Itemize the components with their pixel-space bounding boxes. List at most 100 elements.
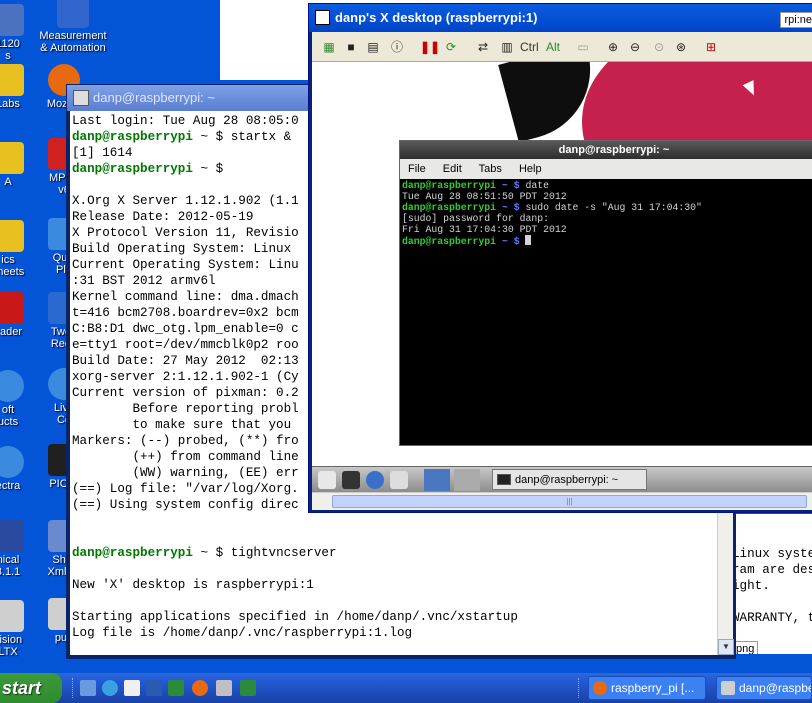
desktop-icon-reader[interactable]: eader (0, 292, 38, 338)
line-text: Current Operating System: Linu (72, 258, 299, 272)
quicklaunch-app-icon[interactable] (216, 680, 232, 696)
line-text: startx & (230, 130, 292, 144)
remote-desktop[interactable]: danp@raspberrypi: ~ File Edit Tabs Help … (312, 62, 812, 466)
putty-icon (721, 681, 735, 695)
terminal-line (72, 641, 715, 655)
prompt-user-host: danp@raspberrypi (402, 202, 497, 213)
quicklaunch-excel-icon[interactable] (168, 680, 184, 696)
prompt-user-host: danp@raspberrypi (402, 236, 497, 247)
save-icon[interactable]: ■ (342, 38, 360, 56)
task-label: raspberry_pi [... (611, 681, 695, 695)
start-button[interactable]: start (0, 673, 62, 703)
background-text-line (732, 626, 812, 642)
line-text: Before reporting probl (72, 402, 299, 416)
lxterminal-screen[interactable]: danp@raspberrypi ~ $ date Tue Aug 28 08:5… (400, 179, 812, 445)
line-text: X.Org X Server 1.12.1.902 (1.1 (72, 194, 299, 208)
prompt-user-host: danp@raspberrypi (72, 546, 193, 560)
scroll-down-arrow-icon[interactable]: ▼ (718, 639, 734, 655)
desktop-icon-1120[interactable]: 1120 s (0, 4, 38, 62)
desktop-2-icon[interactable] (454, 469, 480, 491)
menu-tabs[interactable]: Tabs (479, 163, 502, 175)
terminal-line: danp@raspberrypi ~ $ (402, 235, 812, 247)
desktop-icon-nical[interactable]: nical 3.1.1 (0, 520, 38, 578)
background-text-line: Linux syste (732, 547, 812, 561)
background-window-text: Linux syste ram are des ight. WARRANTY, t … (732, 546, 812, 654)
ctrl-alt-del-icon[interactable]: ▥ (498, 38, 516, 56)
folder-icon (0, 64, 24, 96)
quicklaunch-device-icon[interactable] (80, 680, 96, 696)
quicklaunch-ie-icon[interactable] (102, 680, 118, 696)
lxterminal-window[interactable]: danp@raspberrypi: ~ File Edit Tabs Help … (399, 140, 812, 446)
desktop-icon-cision-ltx[interactable]: cision LTX (0, 600, 38, 658)
app-icon (0, 520, 24, 552)
background-window: Linux syste ram are des ight. WARRANTY, t … (728, 514, 812, 654)
line-text: Markers: (--) probed, (**) fro (72, 434, 299, 448)
info-icon[interactable]: ⓘ (388, 38, 406, 56)
clipboard-icon[interactable]: ▭ (574, 38, 592, 56)
putty-icon (73, 90, 89, 106)
options-icon[interactable]: ▤ (364, 38, 382, 56)
scrollbar-thumb[interactable]: ||| (332, 495, 807, 508)
terminal-line: [sudo] password for danp: (402, 213, 812, 224)
ctrl-button[interactable]: Ctrl (520, 38, 539, 56)
prompt-symbol: ~ $ (496, 202, 526, 213)
desktop-icon-ectra[interactable]: ectra (0, 446, 38, 492)
putty-title: danp@raspberrypi: ~ (93, 90, 215, 105)
prompt-user-host: danp@raspberrypi (72, 130, 193, 144)
new-connection-icon[interactable]: ▦ (320, 38, 338, 56)
refresh-icon[interactable]: ⟳ (442, 38, 460, 56)
menu-edit[interactable]: Edit (443, 163, 462, 175)
taskbar-task-putty[interactable]: danp@raspberrypi... (716, 676, 812, 700)
terminal-line: Fri Aug 31 17:04:30 PDT 2012 (402, 224, 812, 235)
zoom-100-icon[interactable]: ⊙ (650, 38, 668, 56)
line-text: Tue Aug 28 08:51:50 PDT 2012 (402, 191, 567, 202)
terminal-launcher-icon[interactable] (342, 471, 360, 489)
prompt-symbol: ~ $ (496, 236, 526, 247)
quicklaunch-firefox-icon[interactable] (192, 680, 208, 696)
line-text: C:B8:D1 dwc_otg.lpm_enable=0 c (72, 322, 299, 336)
menu-file[interactable]: File (408, 163, 426, 175)
lxterminal-titlebar[interactable]: danp@raspberrypi: ~ (400, 141, 812, 159)
menu-help[interactable]: Help (519, 163, 542, 175)
desktop-icon-ics-sheets[interactable]: ics sheets (0, 220, 38, 278)
globe-icon (0, 446, 24, 478)
fullscreen-icon[interactable]: ⊞ (702, 38, 720, 56)
line-text (72, 562, 80, 576)
lxde-menu-icon[interactable] (318, 471, 336, 489)
desktop-icon-measurement[interactable]: Measurement & Automation (36, 0, 110, 54)
zoom-fit-icon[interactable]: ⊛ (672, 38, 690, 56)
taskbar-task-raspberry-pi[interactable]: raspberry_pi [... (588, 676, 706, 700)
quicklaunch-notepad-icon[interactable] (124, 680, 140, 696)
pause-icon[interactable]: ❚❚ (420, 38, 440, 56)
vnc-titlebar[interactable]: danp's X desktop (raspberrypi:1) rpi:net… (309, 4, 812, 32)
line-text: Release Date: 2012-05-19 (72, 210, 254, 224)
prompt-user-host: danp@raspberrypi (72, 162, 193, 176)
vnc-horizontal-scrollbar[interactable]: ||| (312, 492, 812, 510)
line-text: (++) from command line (72, 450, 299, 464)
task-label: danp@raspberrypi... (739, 681, 811, 695)
zoom-out-icon[interactable]: ⊖ (626, 38, 644, 56)
line-text: Starting applications specified in /home… (72, 610, 518, 624)
task-separator (578, 678, 581, 698)
terminal-line: danp@raspberrypi ~ $ sudo date -s "Aug 3… (402, 202, 812, 213)
windows-icon[interactable] (390, 471, 408, 489)
alt-button[interactable]: Alt (546, 38, 560, 56)
zoom-in-icon[interactable]: ⊕ (604, 38, 622, 56)
line-text: Current version of pixman: 0.2 (72, 386, 299, 400)
line-text: to make sure that you (72, 418, 292, 432)
transfer-icon[interactable]: ⇄ (474, 38, 492, 56)
line-text (72, 178, 80, 192)
background-text-line: ram are des (732, 563, 812, 577)
measurement-automation-icon (57, 0, 89, 28)
vnc-viewer-window[interactable]: danp's X desktop (raspberrypi:1) rpi:net… (308, 3, 812, 513)
lxde-task-terminal[interactable]: danp@raspberrypi: ~ (492, 469, 647, 490)
quicklaunch-excel-2-icon[interactable] (240, 680, 256, 696)
quicklaunch-word-icon[interactable] (146, 680, 162, 696)
browser-launcher-icon[interactable] (366, 471, 384, 489)
desktop-icon-labs[interactable]: Labs (0, 64, 38, 110)
desktop-1-icon[interactable] (424, 469, 450, 491)
desktop-icon-a[interactable]: A (0, 142, 38, 188)
line-text (72, 514, 80, 528)
line-text: Last login: Tue Aug 28 08:05:0 (72, 114, 299, 128)
desktop-icon-soft-products[interactable]: oft ucts (0, 370, 38, 428)
